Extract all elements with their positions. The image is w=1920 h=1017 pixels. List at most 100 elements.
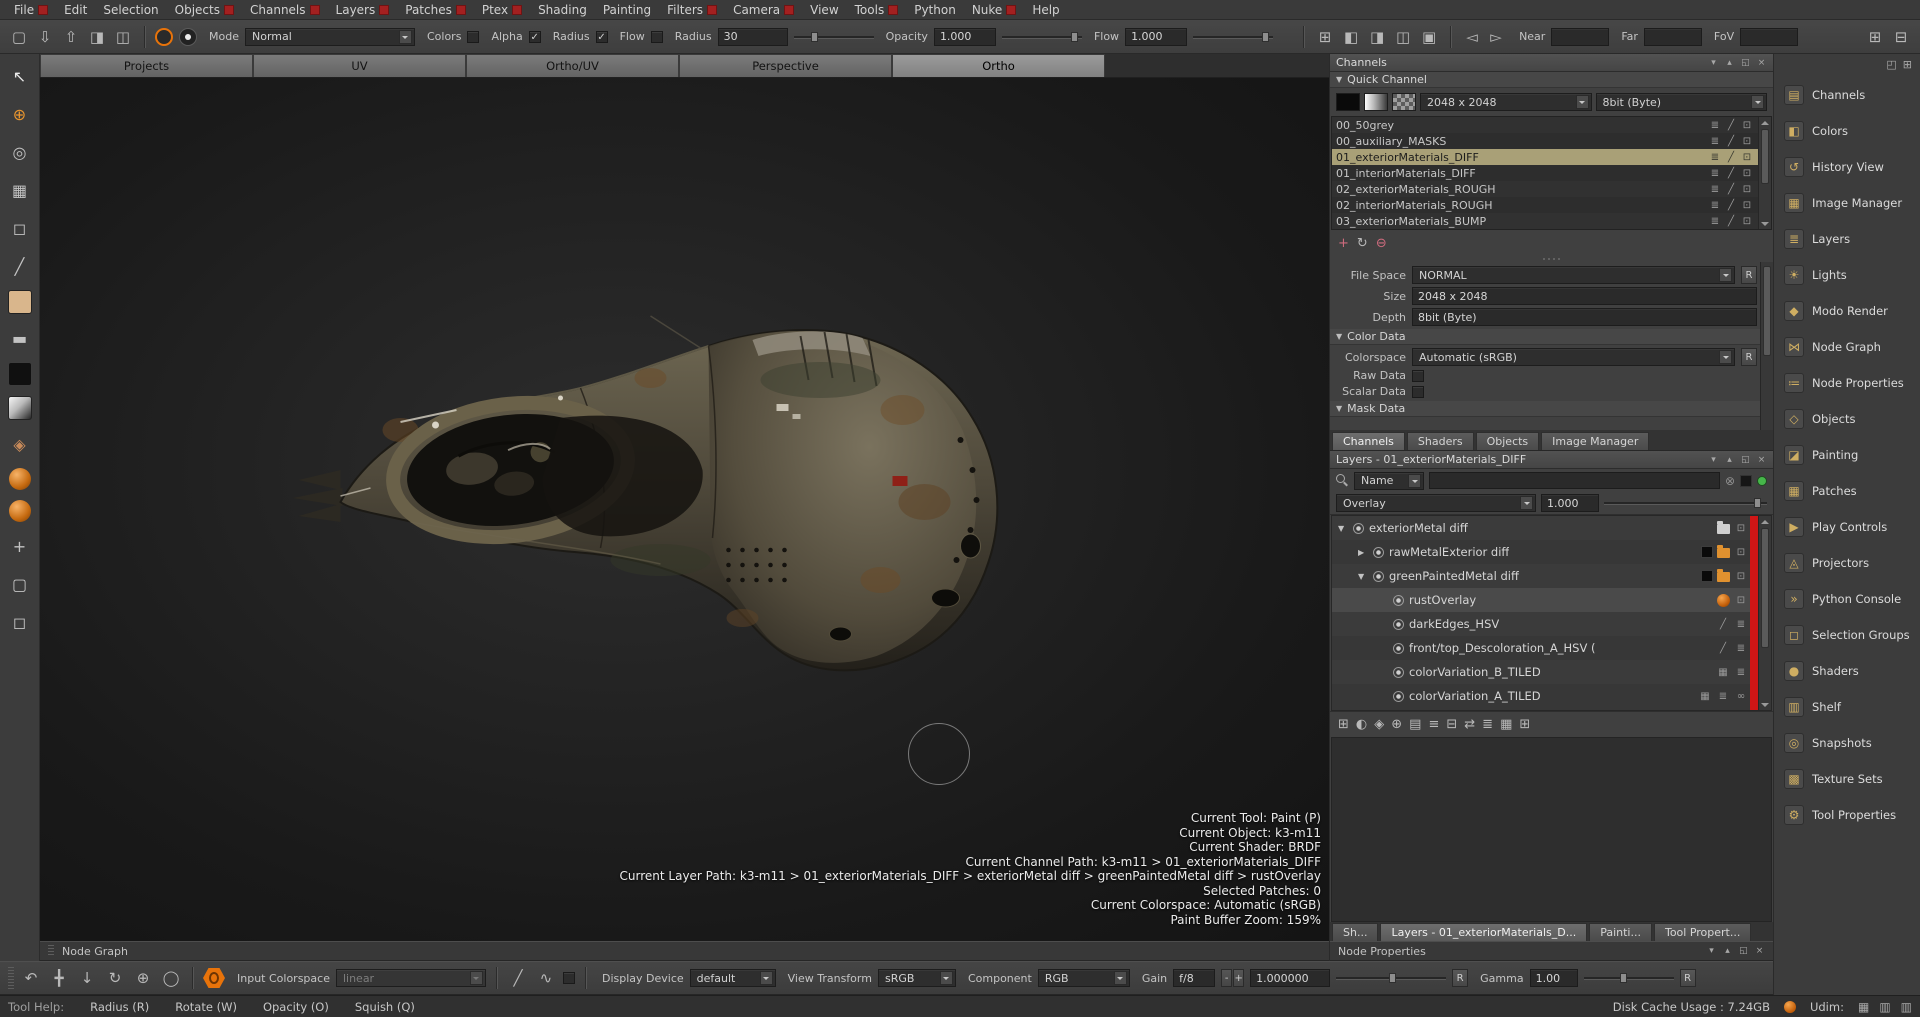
visibility-eye-icon[interactable] [1393,667,1404,678]
channel-row[interactable]: 02_exteriorMaterials_ROUGH ≣ ╱ ⊡ [1332,181,1758,197]
cache-box-icon[interactable]: ⊡ [1740,184,1754,195]
sidebar-item[interactable]: ≣ Layers [1778,221,1916,257]
background-color-swatch[interactable] [8,362,32,386]
group-mask-thumbnail[interactable] [1701,570,1713,582]
resolution-select[interactable]: 2048 x 2048 [1420,93,1592,111]
gain-field[interactable]: 1.000000 [1250,969,1330,987]
cache-box-icon[interactable]: ⊡ [1740,168,1754,179]
layer-row[interactable]: ▼ greenPaintedMetal diff ⊡ [1332,564,1750,588]
depth-field[interactable]: 8bit (Byte) [1412,308,1757,326]
visibility-eye-icon[interactable] [1393,643,1404,654]
flow-field[interactable]: 1.000 [1125,28,1187,46]
float-icon[interactable]: ◱ [1740,58,1751,68]
frame-down-icon[interactable]: ↓ [76,967,98,989]
cache-box-icon[interactable]: ⊡ [1740,120,1754,131]
alpha-checkbox[interactable] [529,31,541,43]
ocio-hexagon-icon[interactable] [203,968,225,988]
paint-brush-icon[interactable]: ╱ [1724,136,1738,147]
visibility-eye-icon[interactable] [1373,571,1384,582]
opacity-slider[interactable] [1002,30,1082,44]
menu-item[interactable]: Tools [847,0,907,19]
slider-handle[interactable] [1389,973,1396,983]
reset-button[interactable]: R [1741,266,1757,284]
sidebar-item[interactable]: ◬ Projectors [1778,545,1916,581]
radius-link-checkbox[interactable] [596,31,608,43]
colorspace-select[interactable]: Automatic (sRGB) [1412,348,1735,366]
shadow-toggle-icon[interactable]: ◫ [1392,26,1414,48]
slider-handle[interactable] [1071,32,1078,42]
layer-row[interactable]: rustOverlay ⊡ [1332,588,1750,612]
menu-item[interactable]: Nuke [964,0,1025,19]
duplicate-layer-icon[interactable]: ⊟ [1446,717,1457,732]
size-field[interactable]: 2048 x 2048 [1412,287,1757,305]
layer-stack-icon[interactable]: ≣ [1734,619,1748,630]
channels-palette-header[interactable]: Channels ▾▴◱× [1330,54,1773,72]
layout-grid-icon[interactable]: ⊞ [1903,58,1912,71]
cache-box-icon[interactable]: ⊡ [1740,152,1754,163]
scroll-down-arrow[interactable] [1759,218,1771,229]
channel-row[interactable]: 01_exteriorMaterials_DIFF ≣ ╱ ⊡ [1332,149,1758,165]
pin-icon[interactable]: ▴ [1724,58,1735,68]
grid-view-icon[interactable]: ⊞ [1519,717,1530,732]
memory-meter-icon[interactable]: ▥ [1901,1000,1912,1014]
menu-item[interactable]: Objects [167,0,242,19]
paint-through-tool[interactable]: ◈ [6,430,34,458]
gamma-slider[interactable] [1584,971,1674,985]
transfer-layer-icon[interactable]: ⇄ [1464,717,1475,732]
viewport-tab[interactable]: Ortho [892,54,1105,77]
tiled-checker-icon[interactable]: ▦ [1716,667,1730,678]
radius-slider[interactable] [794,30,874,44]
cache-meter-icon[interactable]: ▥ [1879,1000,1890,1014]
adjustment-pencil-icon[interactable]: ╱ [1716,619,1730,630]
palette-tab[interactable]: Shaders [1407,432,1474,450]
uv-grid-tool[interactable]: ▦ [6,176,34,204]
gain-minus-button[interactable]: - [1221,969,1232,987]
cache-status-icon[interactable] [1784,1001,1796,1013]
add-channel-icon[interactable]: + [1338,236,1349,251]
colors-checkbox[interactable] [467,31,479,43]
merge-layers-icon[interactable]: ≡ [1428,717,1439,732]
palette-tab[interactable]: Channels [1332,432,1405,450]
quick-channel-section-header[interactable]: ▼ Quick Channel [1330,72,1773,88]
cache-layer-icon[interactable]: ▦ [1500,717,1512,732]
menu-item[interactable]: Ptex [474,0,530,19]
paint-brush-icon[interactable]: ╱ [1724,168,1738,179]
import-icon[interactable]: ⇧ [60,26,82,48]
3d-viewport-canvas[interactable]: Current Tool: Paint (P)Current Object: k… [40,78,1329,941]
layer-amount-slider[interactable] [1604,496,1767,510]
menu-item[interactable]: Help [1024,0,1067,19]
pencil-icon[interactable]: ╱ [507,967,529,989]
reset-button[interactable]: R [1741,348,1757,366]
file-space-select[interactable]: NORMAL [1412,266,1735,284]
group-mask-thumbnail[interactable] [1701,546,1713,558]
zoom-tool[interactable]: ◎ [6,138,34,166]
projection-grid-icon[interactable]: ⊞ [1314,26,1336,48]
close-icon[interactable]: × [1754,946,1765,956]
layer-row[interactable]: front/top_Descoloration_A_HSV ( ╱ ≣ [1332,636,1750,660]
sidebar-item[interactable]: ◇ Objects [1778,401,1916,437]
layer-stack-icon[interactable]: ≣ [1708,216,1722,227]
paint-brush-icon[interactable]: ╱ [1724,184,1738,195]
channel-row[interactable]: 02_interiorMaterials_ROUGH ≣ ╱ ⊡ [1332,197,1758,213]
visibility-eye-icon[interactable] [1393,595,1404,606]
cache-box-icon[interactable]: ⊡ [1734,547,1748,558]
menu-item[interactable]: File [6,0,56,19]
sidebar-item[interactable]: ◆ Modo Render [1778,293,1916,329]
orbit-icon[interactable]: ◯ [160,967,182,989]
undo-icon[interactable]: ↶ [20,967,42,989]
new-project-icon[interactable]: ▢ [8,26,30,48]
layer-row[interactable]: colorVariation_A_TILED ▦ ≣ ∞ [1332,684,1750,708]
blend-mode-select[interactable]: Normal [245,28,415,46]
scrollbar-thumb[interactable] [1761,528,1769,648]
remove-channel-icon[interactable]: ⊖ [1376,236,1387,251]
layer-stack-icon[interactable]: ≣ [1708,184,1722,195]
visibility-eye-icon[interactable] [1353,523,1364,534]
sidebar-item[interactable]: ● Shaders [1778,653,1916,689]
marquee-select-tool[interactable]: ◻ [6,214,34,242]
sidebar-item[interactable]: ☀ Lights [1778,257,1916,293]
blank-slot-b[interactable]: ◻ [6,608,34,636]
channel-row[interactable]: 00_50grey ≣ ╱ ⊡ [1332,117,1758,133]
menu-item[interactable]: Painting [595,0,659,19]
scroll-down-arrow[interactable] [1759,699,1771,710]
rollup-icon[interactable]: ▾ [1706,946,1717,956]
